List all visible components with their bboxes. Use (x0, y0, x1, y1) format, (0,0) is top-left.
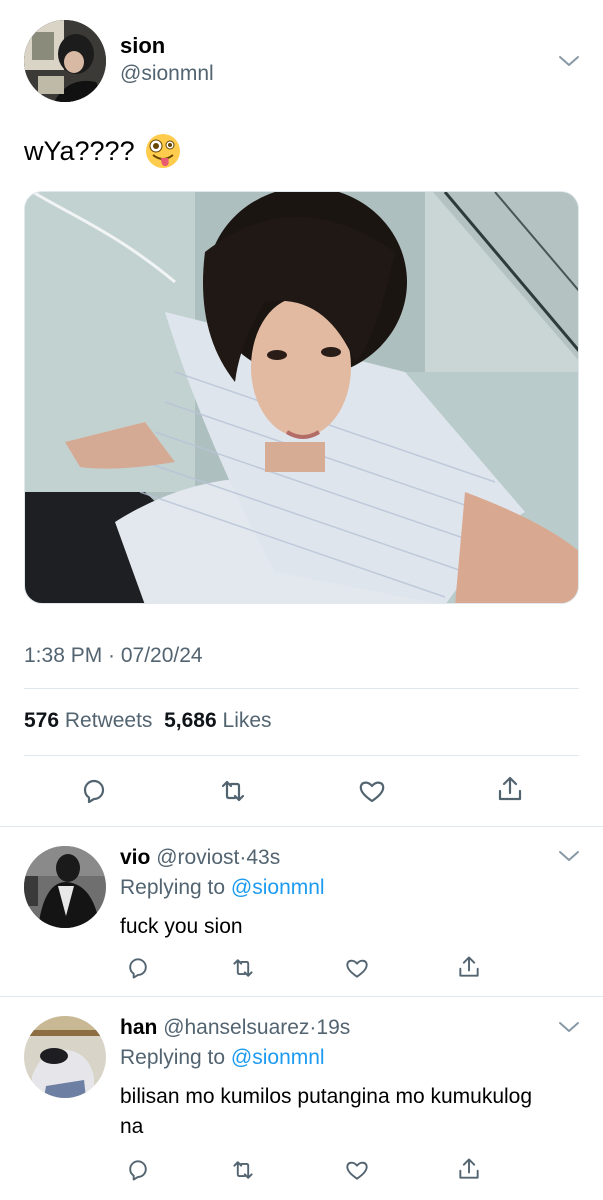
share-icon (459, 1158, 479, 1179)
divider (0, 996, 603, 997)
like-button[interactable] (356, 775, 388, 807)
replying-to-mention[interactable]: @sionmnl (231, 1046, 325, 1069)
like-label[interactable]: Likes (223, 709, 272, 732)
reply-header: han @hanselsuarez·19s (120, 1016, 350, 1040)
replying-to-label: Replying to (120, 876, 226, 899)
retweet-label[interactable]: Retweets (65, 709, 153, 732)
author-display-name[interactable]: sion (120, 33, 165, 59)
replying-to-label: Replying to (120, 1046, 226, 1069)
share-icon (498, 776, 522, 801)
reply-header: vio @roviost·43s (120, 846, 280, 870)
retweet-button[interactable] (230, 955, 256, 981)
share-button[interactable] (494, 773, 526, 805)
chevron-down-icon[interactable] (558, 849, 580, 863)
replying-to: Replying to @sionmnl (120, 876, 325, 900)
retweet-icon (221, 780, 245, 802)
heart-icon (346, 959, 368, 978)
retweet-count[interactable]: 576 (24, 709, 59, 732)
tweet-text: wYa???? (24, 133, 181, 169)
reply-display-name[interactable]: vio (120, 846, 150, 869)
zany-face-icon (145, 134, 180, 168)
tweet-photo[interactable] (24, 191, 579, 604)
retweet-button[interactable] (217, 775, 249, 807)
author-handle[interactable]: @sionmnl (120, 62, 214, 86)
like-count[interactable]: 5,686 (164, 709, 217, 732)
chevron-down-icon[interactable] (558, 1020, 580, 1034)
divider (0, 826, 603, 827)
reply-icon (129, 958, 147, 979)
reply-time[interactable]: 19s (316, 1016, 350, 1039)
replying-to-mention[interactable]: @sionmnl (231, 876, 325, 899)
author-avatar[interactable] (24, 20, 106, 102)
heart-icon (359, 781, 385, 803)
reply-text: fuck you sion (120, 915, 243, 938)
retweet-button[interactable] (230, 1157, 256, 1183)
share-button[interactable] (456, 1156, 482, 1182)
retweet-icon (233, 959, 253, 977)
reply-button[interactable] (125, 955, 151, 981)
reply-handle[interactable]: @roviost (156, 846, 239, 869)
divider (24, 755, 579, 756)
heart-icon (346, 1161, 368, 1180)
replying-to: Replying to @sionmnl (120, 1046, 325, 1070)
reply-icon (83, 779, 105, 804)
reply-avatar[interactable] (24, 846, 106, 928)
reply-button[interactable] (78, 775, 110, 807)
reply-time[interactable]: 43s (246, 846, 280, 869)
reply-text: bilisan mo kumilos putangina mo kumukulo… (120, 1085, 533, 1138)
tweet-stats: 576 Retweets 5,686 Likes (24, 709, 272, 733)
share-icon (459, 956, 479, 977)
reply-icon (129, 1160, 147, 1181)
reply-avatar[interactable] (24, 1016, 106, 1098)
tweet-timestamp[interactable]: 1:38 PM · 07/20/24 (24, 644, 203, 668)
tweet-text-content: wYa???? (24, 135, 135, 166)
reply-display-name[interactable]: han (120, 1016, 157, 1039)
divider (24, 688, 579, 689)
like-button[interactable] (344, 955, 370, 981)
reply-handle[interactable]: @hanselsuarez (163, 1016, 309, 1039)
share-button[interactable] (456, 954, 482, 980)
retweet-icon (233, 1161, 253, 1179)
like-button[interactable] (344, 1157, 370, 1183)
chevron-down-icon[interactable] (558, 54, 580, 68)
reply-button[interactable] (125, 1157, 151, 1183)
